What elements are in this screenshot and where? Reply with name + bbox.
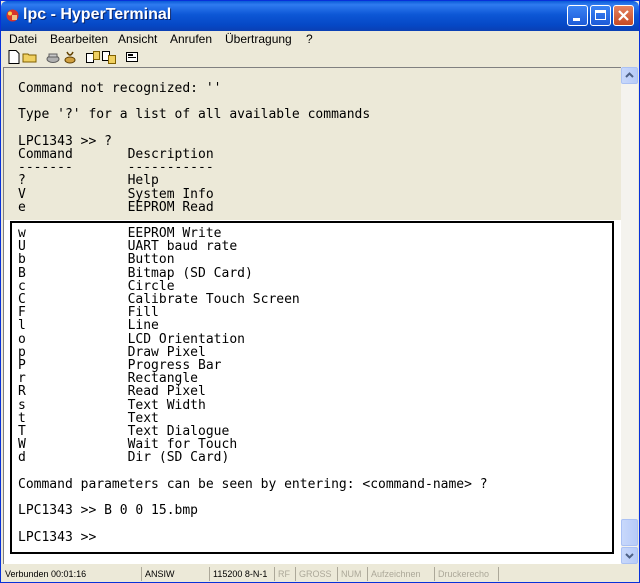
hyperterminal-window: lpc - HyperTerminal Datei Bearbeiten Ans… [0,0,640,583]
status-capture: Aufzeichnen [367,567,421,581]
receive-icon[interactable] [101,49,117,65]
hyperterminal-icon [6,9,19,22]
status-bar: Verbunden 00:01:16 ANSIW 115200 8-N-1 RF… [1,566,639,582]
menu-anrufen[interactable]: Anrufen [170,32,212,46]
title-bar[interactable]: lpc - HyperTerminal [1,1,639,31]
terminal-area[interactable]: Command not recognized: '' Type '?' for … [3,67,621,564]
open-folder-icon[interactable] [22,49,38,65]
minimize-icon [573,18,580,21]
menu-bar: Datei Bearbeiten Ansicht Anrufen Übertra… [1,31,639,48]
new-file-icon[interactable] [6,49,22,65]
maximize-icon [595,10,606,20]
status-connected: Verbunden 00:01:16 [5,569,87,579]
terminal-screen[interactable]: w EEPROM Write U UART baud rate b Button… [10,221,614,554]
menu-uebertragung[interactable]: Übertragung [225,32,292,46]
chevron-down-icon [625,553,634,559]
close-icon [618,10,629,21]
properties-icon[interactable] [124,49,140,65]
status-rf: RF [274,567,290,581]
window-title: lpc - HyperTerminal [23,6,172,23]
connect-phone-icon[interactable] [45,49,61,65]
terminal-text: w EEPROM Write U UART baud rate b Button… [18,226,488,545]
status-gross: GROSS [295,567,332,581]
close-button[interactable] [613,5,634,26]
scroll-thumb[interactable] [621,519,638,546]
status-num: NUM [337,567,362,581]
menu-ansicht[interactable]: Ansicht [118,32,157,46]
menu-help[interactable]: ? [306,32,313,46]
status-emulation: ANSIW [141,567,175,581]
send-icon[interactable] [85,49,101,65]
vertical-scrollbar[interactable] [621,67,638,564]
scrollback-buffer: Command not recognized: '' Type '?' for … [4,68,621,220]
status-empty [498,567,639,581]
menu-datei[interactable]: Datei [9,32,37,46]
scroll-up-button[interactable] [621,67,638,84]
toolbar [1,48,639,66]
chevron-up-icon [625,72,634,78]
status-printer: Druckerecho [434,567,489,581]
status-port-settings: 115200 8-N-1 [209,567,267,581]
maximize-button[interactable] [590,5,611,26]
disconnect-phone-icon[interactable] [62,49,78,65]
scroll-down-button[interactable] [621,547,638,564]
minimize-button[interactable] [567,5,588,26]
menu-bearbeiten[interactable]: Bearbeiten [50,32,108,46]
scrollback-text: Command not recognized: '' Type '?' for … [18,81,371,215]
